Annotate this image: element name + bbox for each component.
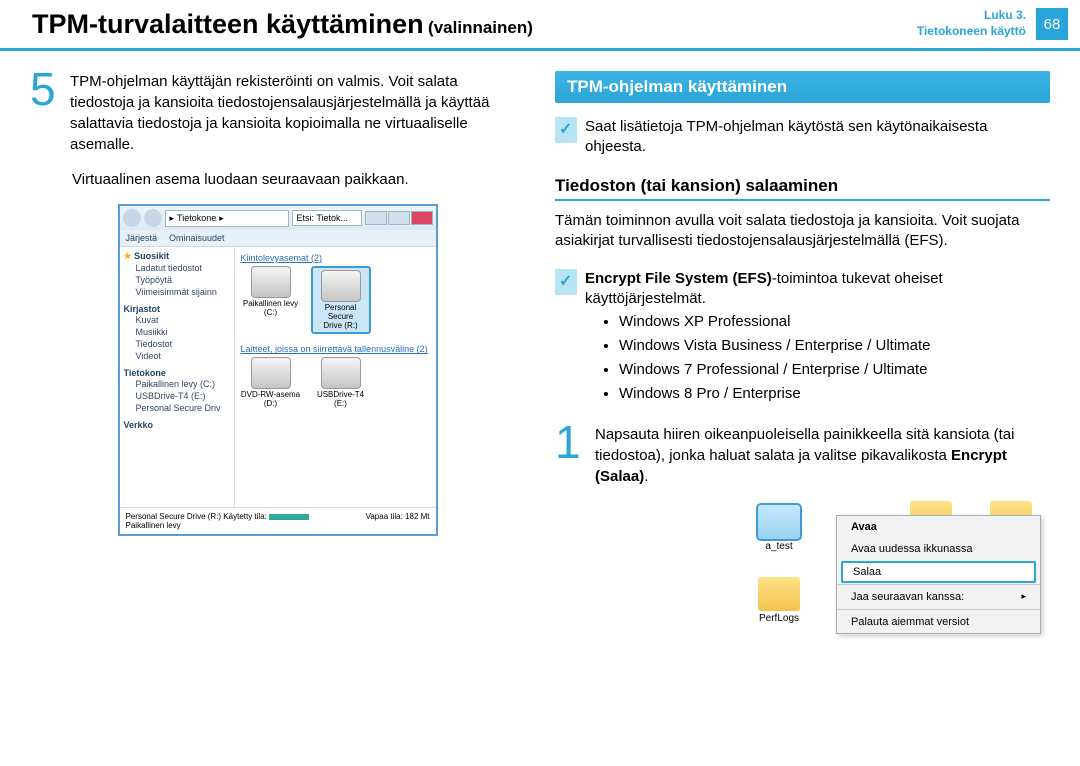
drive-label: USBDrive-T4 (E:): [311, 391, 371, 409]
chapter-line2: Tietokoneen käyttö: [917, 24, 1026, 40]
separator: [837, 584, 1040, 585]
explorer-statusbar: Personal Secure Drive (R:) Käytetty tila…: [120, 507, 436, 534]
os-item: Windows XP Professional: [619, 310, 1050, 334]
drive-icon: [321, 270, 361, 302]
sidebar-item[interactable]: Paikallinen levy (C:): [122, 378, 232, 390]
status-drive-type: Paikallinen levy: [126, 521, 181, 530]
step-number-5: 5: [30, 71, 60, 155]
sidebar-item[interactable]: USBDrive-T4 (E:): [122, 390, 232, 402]
os-list: Windows XP Professional Windows Vista Bu…: [585, 310, 1050, 406]
nav-fwd-icon[interactable]: [144, 209, 162, 227]
page-title: TPM-turvalaitteen käyttäminen: [32, 9, 424, 39]
dvd-icon: [251, 357, 291, 389]
nav-back-icon[interactable]: [123, 209, 141, 227]
virtual-drive-text: Virtuaalinen asema luodaan seuraavaan pa…: [72, 169, 525, 190]
sidebar-item[interactable]: Kuvat: [122, 314, 232, 326]
step-5-text: TPM-ohjelman käyttäjän rekisteröinti on …: [70, 71, 525, 155]
status-free: Vapaa tila: 182 Mt: [366, 512, 430, 530]
sidebar-item[interactable]: Videot: [122, 350, 232, 362]
left-column: 5 TPM-ohjelman käyttäjän rekisteröinti o…: [30, 71, 525, 651]
note-icon: [555, 117, 577, 143]
sidebar-libraries[interactable]: Kirjastot: [122, 304, 232, 314]
note-efs: Encrypt File System (EFS)-toimintoa tuke…: [555, 269, 1050, 406]
drive-label: Paikallinen levy (C:): [241, 300, 301, 318]
os-item: Windows 7 Professional / Enterprise / Ul…: [619, 358, 1050, 382]
drive-dvd[interactable]: DVD-RW-asema (D:): [241, 357, 301, 409]
sidebar-item[interactable]: Työpöytä: [122, 274, 232, 286]
separator: [837, 609, 1040, 610]
step-1-text: Napsauta hiiren oikeanpuoleisella painik…: [595, 424, 1050, 487]
toolbar-organize[interactable]: Järjestä: [126, 233, 158, 243]
section-heading: TPM-ohjelman käyttäminen: [555, 71, 1050, 103]
page-header: TPM-turvalaitteen käyttäminen (valinnain…: [0, 0, 1080, 51]
explorer-screenshot: ▸Tietokone▸ Etsi: Tietok... Järjestä Omi…: [118, 204, 438, 536]
context-menu: Avaa Avaa uudessa ikkunassa Salaa Jaa se…: [836, 515, 1041, 634]
sidebar-computer[interactable]: Tietokone: [122, 368, 232, 378]
step-5: 5 TPM-ohjelman käyttäjän rekisteröinti o…: [30, 71, 525, 155]
explorer-main: Kiintolevyasemat (2) Paikallinen levy (C…: [235, 247, 436, 507]
sidebar-item[interactable]: Ladatut tiedostot: [122, 262, 232, 274]
folder-label: PerfLogs: [754, 613, 804, 624]
ctx-share-with[interactable]: Jaa seuraavan kanssa:: [837, 586, 1040, 608]
drive-label: DVD-RW-asema (D:): [241, 391, 301, 409]
drive-usb[interactable]: USBDrive-T4 (E:): [311, 357, 371, 409]
explorer-toolbar: Järjestä Ominaisuudet: [120, 230, 436, 247]
folder-selected-icon[interactable]: [758, 505, 800, 539]
address-bar[interactable]: ▸Tietokone▸: [165, 210, 289, 227]
chapter-line1: Luku 3.: [917, 8, 1026, 24]
note-icon: [555, 269, 577, 295]
usb-icon: [321, 357, 361, 389]
ctx-restore-versions[interactable]: Palauta aiemmat versiot: [837, 611, 1040, 633]
efs-note-text: Encrypt File System (EFS)-toimintoa tuke…: [585, 269, 1050, 406]
sidebar-favorites[interactable]: ★ Suosikit: [122, 251, 232, 262]
drive-icon: [251, 266, 291, 298]
chapter-label: Luku 3. Tietokoneen käyttö: [917, 8, 1026, 39]
ctx-open-new-window[interactable]: Avaa uudessa ikkunassa: [837, 538, 1040, 560]
folder-label: a_test: [754, 541, 804, 552]
toolbar-properties[interactable]: Ominaisuudet: [169, 233, 225, 243]
folder-icon[interactable]: [758, 577, 800, 611]
page-number: 68: [1036, 8, 1068, 40]
os-item: Windows Vista Business / Enterprise / Ul…: [619, 334, 1050, 358]
ctx-encrypt[interactable]: Salaa: [841, 561, 1036, 583]
os-item: Windows 8 Pro / Enterprise: [619, 382, 1050, 406]
maximize-icon[interactable]: [388, 211, 410, 225]
step-number-1: 1: [555, 424, 585, 487]
close-icon[interactable]: [411, 211, 433, 225]
explorer-titlebar: ▸Tietokone▸ Etsi: Tietok...: [120, 206, 436, 230]
encrypt-intro: Tämän toiminnon avulla voit salata tiedo…: [555, 211, 1050, 252]
page-subtitle: (valinnainen): [428, 18, 533, 37]
sidebar-item[interactable]: Personal Secure Driv: [122, 402, 232, 414]
efs-bold-label: Encrypt File System (EFS): [585, 270, 772, 287]
sidebar-item[interactable]: Tiedostot: [122, 338, 232, 350]
ctx-open[interactable]: Avaa: [837, 516, 1040, 538]
right-column: TPM-ohjelman käyttäminen Saat lisätietoj…: [555, 71, 1050, 651]
drive-label: Personal SecureDrive (R:): [315, 304, 367, 330]
step-1: 1 Napsauta hiiren oikeanpuoleisella pain…: [555, 424, 1050, 487]
address-text: Tietokone: [177, 213, 216, 223]
note-text: Saat lisätietoja TPM-ohjelman käytöstä s…: [585, 117, 1050, 158]
sidebar-item[interactable]: Musiikki: [122, 326, 232, 338]
note-info: Saat lisätietoja TPM-ohjelman käytöstä s…: [555, 117, 1050, 158]
explorer-sidebar: ★ Suosikit Ladatut tiedostot Työpöytä Vi…: [120, 247, 235, 507]
context-menu-screenshot: a_test PerfLogs Avaa Avaa uudessa ikkuna…: [750, 501, 1050, 651]
drive-category: Kiintolevyasemat (2): [241, 253, 430, 263]
search-input[interactable]: Etsi: Tietok...: [292, 210, 362, 226]
drive-personal-secure[interactable]: Personal SecureDrive (R:): [311, 266, 371, 334]
status-used: Personal Secure Drive (R:) Käytetty tila…: [126, 512, 267, 521]
sidebar-item[interactable]: Viimeisimmät sijainn: [122, 286, 232, 298]
sub-heading-encrypt: Tiedoston (tai kansion) salaaminen: [555, 176, 1050, 201]
drive-local-c[interactable]: Paikallinen levy (C:): [241, 266, 301, 334]
minimize-icon[interactable]: [365, 211, 387, 225]
usage-bar-icon: [269, 514, 309, 520]
drive-category: Laitteet, joissa on siirrettävä tallennu…: [241, 344, 430, 354]
sidebar-network[interactable]: Verkko: [122, 420, 232, 430]
